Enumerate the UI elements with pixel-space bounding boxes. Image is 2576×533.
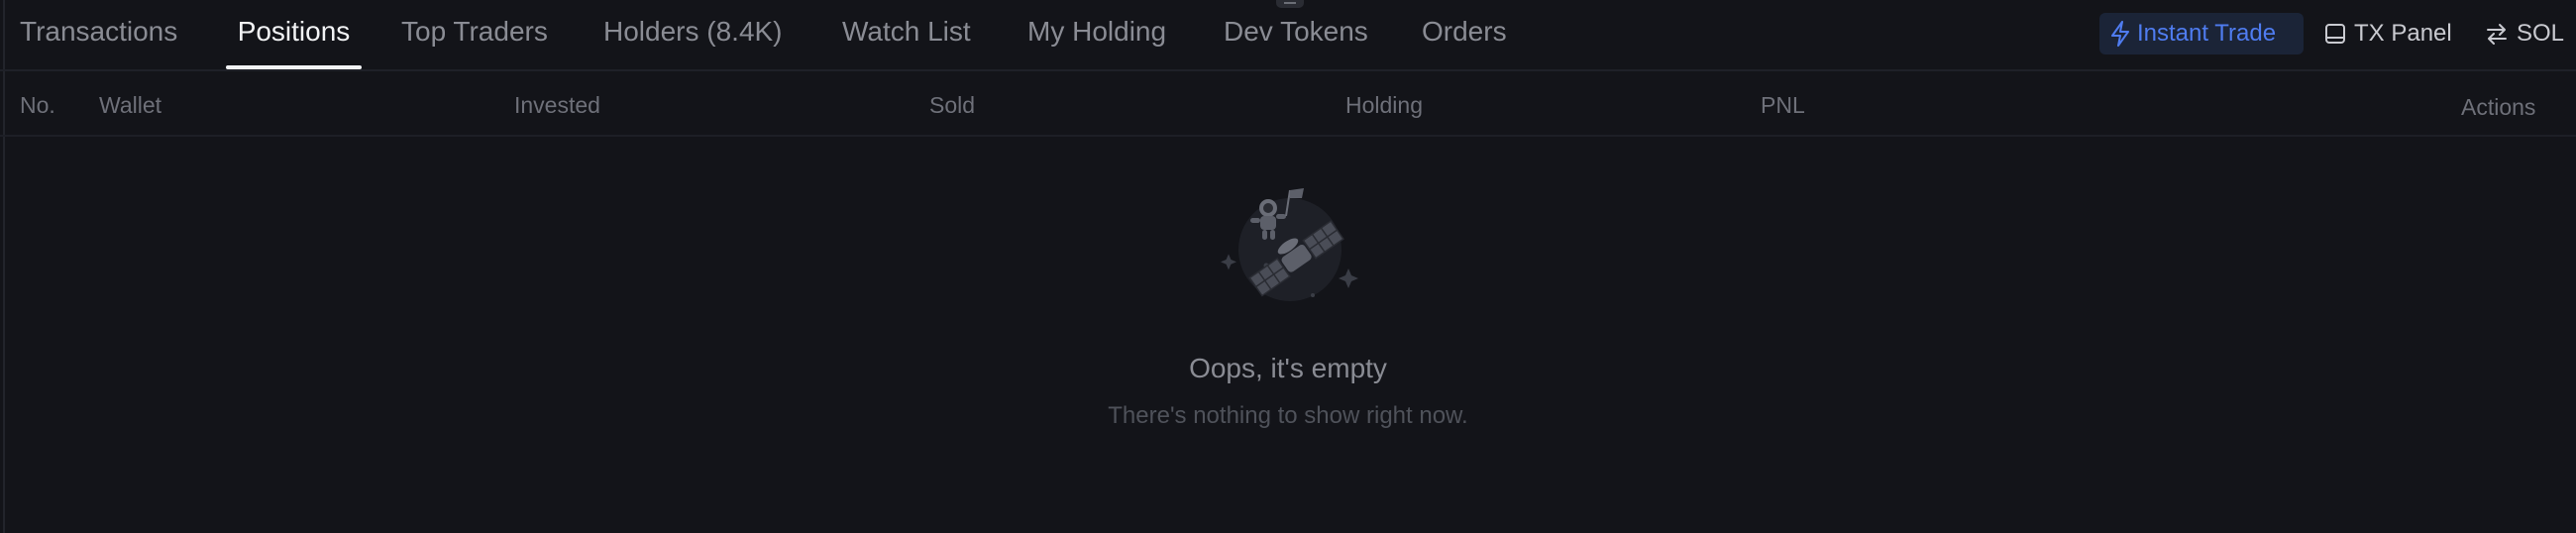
tx-panel-label: TX Panel xyxy=(2354,20,2452,47)
tab-positions[interactable]: Positions xyxy=(226,0,362,71)
astronaut-satellite-illustration xyxy=(1219,178,1367,317)
active-tab-indicator xyxy=(226,65,362,69)
column-holding: Holding xyxy=(1345,92,1423,118)
currency-toggle-button[interactable]: SOL xyxy=(2485,13,2564,54)
tab-label: Dev Tokens xyxy=(1224,16,1368,47)
tab-label: Transactions xyxy=(20,16,178,47)
tab-label: Positions xyxy=(237,16,351,47)
swap-icon xyxy=(2485,23,2509,45)
tab-transactions[interactable]: Transactions xyxy=(20,0,177,71)
instant-trade-label: Instant Trade xyxy=(2137,20,2277,47)
tab-bar: Transactions Positions Top Traders Holde… xyxy=(0,0,2576,71)
tab-label: Top Traders xyxy=(401,16,548,47)
column-no: No. xyxy=(20,92,55,118)
tab-top-traders[interactable]: Top Traders xyxy=(401,0,548,71)
tab-orders[interactable]: Orders xyxy=(1422,0,1507,71)
column-actions: Actions xyxy=(2461,94,2536,120)
tab-label: Watch List xyxy=(842,16,971,47)
instant-trade-button[interactable]: Instant Trade xyxy=(2099,13,2304,54)
tab-watch-list[interactable]: Watch List xyxy=(842,0,971,71)
tx-panel-button[interactable]: TX Panel xyxy=(2324,13,2452,54)
tab-my-holding[interactable]: My Holding xyxy=(1027,0,1166,71)
empty-state-subtitle: There's nothing to show right now. xyxy=(1108,402,1468,429)
tab-label: Holders (8.4K) xyxy=(603,16,783,47)
tab-dev-tokens[interactable]: Dev Tokens xyxy=(1224,0,1368,71)
currency-label: SOL xyxy=(2517,20,2565,47)
tab-label: Orders xyxy=(1422,16,1507,47)
column-sold: Sold xyxy=(929,92,976,118)
table-header: No. Wallet Invested Sold Holding PNL Act… xyxy=(0,73,2576,137)
tab-label: My Holding xyxy=(1027,16,1167,47)
panel-icon xyxy=(2324,23,2346,45)
empty-state-title: Oops, it's empty xyxy=(1189,353,1387,383)
column-pnl: PNL xyxy=(1761,92,1805,118)
column-invested: Invested xyxy=(514,92,600,118)
tab-holders[interactable]: Holders (8.4K) xyxy=(603,0,783,71)
lightning-icon xyxy=(2109,21,2131,47)
column-wallet: Wallet xyxy=(99,92,162,118)
